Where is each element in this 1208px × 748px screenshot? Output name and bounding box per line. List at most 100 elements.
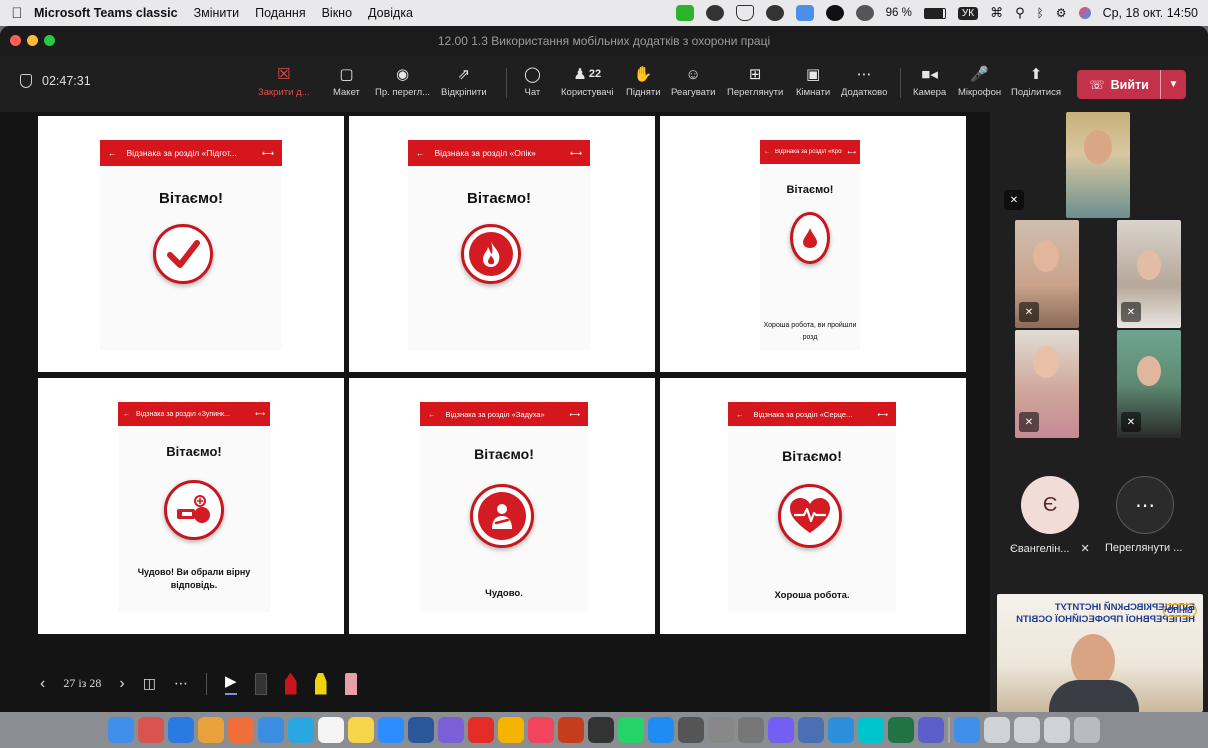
word-icon[interactable] [408,717,434,743]
muted-mic-icon: ✕ [1080,543,1090,555]
more-horizontal-icon: ⋯ [1135,494,1155,517]
ink-eraser-icon[interactable] [344,672,357,695]
tray-app-icon[interactable] [795,5,814,21]
photos-icon[interactable] [228,717,254,743]
tray-app-icon[interactable] [765,5,784,21]
chevron-down-icon[interactable]: ▼ [1161,79,1186,90]
notes-icon[interactable] [348,717,374,743]
mail-icon[interactable] [258,717,284,743]
menu-view[interactable]: Подання [255,6,305,20]
laser-pointer-icon[interactable]: ▶ [224,672,237,695]
launchpad-icon[interactable] [138,717,164,743]
minimized-window-icon[interactable] [1044,717,1070,743]
view-button[interactable]: ⊞ Переглянути [727,66,783,98]
menu-edit[interactable]: Змінити [194,6,240,20]
participant-video[interactable]: ✕ [1015,220,1079,328]
view-more-participants-button[interactable]: ⋯ [1116,476,1174,534]
more-horizontal-icon[interactable]: ⋯ [174,675,188,692]
tray-app-icon[interactable] [825,5,844,21]
excel-icon[interactable] [888,717,914,743]
powerpoint-icon[interactable] [558,717,584,743]
minimized-window-icon[interactable] [984,717,1010,743]
close-window-icon[interactable] [10,35,21,46]
participant-avatar[interactable]: Є [1021,476,1079,534]
zoom-icon[interactable] [378,717,404,743]
leave-main[interactable]: ☏ Вийти [1077,70,1161,99]
canva-icon[interactable] [858,717,884,743]
clock[interactable]: Ср, 18 окт. 14:50 [1103,6,1198,20]
share-icon: ⟷ [261,147,274,158]
apple-icon[interactable]:  [0,5,34,22]
safari-icon[interactable] [168,717,194,743]
keyboard-layout[interactable]: УК [957,6,979,20]
viber-icon[interactable] [768,717,794,743]
previous-slide-icon[interactable]: ‹ [40,675,45,693]
leave-button[interactable]: ☏ Вийти ▼ [1077,70,1186,99]
minimize-window-icon[interactable] [27,35,38,46]
chat-button[interactable]: ◯ Чат [524,66,541,98]
app-store-icon[interactable] [648,717,674,743]
google-drive-icon[interactable] [498,717,524,743]
camera-button[interactable]: ■◂ Камера [913,66,946,98]
red-pen-icon[interactable] [284,672,297,695]
search-icon[interactable]: ⚲ [1015,5,1025,21]
layout-button[interactable]: ▢ Макет [333,66,360,98]
app-icon[interactable] [738,717,764,743]
eraser-icon[interactable] [254,672,267,695]
tray-app-icon[interactable] [705,5,724,21]
calendar-icon[interactable] [318,717,344,743]
finder-icon[interactable] [108,717,134,743]
wifi-icon[interactable]: ⌘ [990,5,1003,21]
next-slide-icon[interactable]: › [119,675,124,693]
more-actions-button[interactable]: ⋯ Додатково [841,66,887,98]
participant-video[interactable] [1066,112,1130,218]
rooms-button[interactable]: ▣ Кімнати [796,66,830,98]
facetime-icon[interactable] [675,5,694,21]
react-button[interactable]: ☺ Реагувати [671,66,715,99]
preview-icon[interactable] [798,717,824,743]
siri-icon[interactable] [1078,7,1091,19]
participant-face [1084,130,1112,164]
people-button[interactable]: ♟ 22 Користувачі [561,66,613,98]
preview-button[interactable]: ◉ Пр. перегл... [375,66,430,98]
presenter-video[interactable]: БІЛОЦЕРКІВСЬКИЙ ІНСТИТУТ НЕПЕРЕРВНОЇ ПРО… [997,594,1203,712]
share-label: Поділитися [1011,87,1061,98]
choking-person-icon [470,484,534,548]
viber-icon[interactable] [438,717,464,743]
stop-sharing-button[interactable]: ☒ Закрити д... [258,66,310,98]
vpn-icon[interactable] [588,717,614,743]
highlighter-icon[interactable] [314,672,327,695]
battery-icon[interactable] [923,7,946,19]
whatsapp-icon[interactable] [618,717,644,743]
vpn-shield-icon[interactable] [735,5,754,21]
share-button[interactable]: ⬆ Поділитися [1011,66,1061,98]
zoom-window-icon[interactable] [44,35,55,46]
downloads-folder-icon[interactable] [954,717,980,743]
teams-icon[interactable] [918,717,944,743]
participant-video[interactable]: ✕ [1117,220,1181,328]
chrome-icon[interactable] [198,717,224,743]
textedit-icon[interactable] [828,717,854,743]
microphone-button[interactable]: 🎤 Мікрофон [958,66,1001,98]
music-icon[interactable] [528,717,554,743]
participant-video[interactable]: ✕ [1117,330,1181,438]
calculator-icon[interactable] [678,717,704,743]
participant-video[interactable]: ✕ [1015,330,1079,438]
minimized-window-icon[interactable] [1014,717,1040,743]
menu-window[interactable]: Вікно [322,6,352,20]
stop-sharing-label: Закрити д... [258,87,310,98]
telegram-icon[interactable] [288,717,314,743]
system-settings-icon[interactable] [708,717,734,743]
app-menu[interactable]: Microsoft Teams classic [34,6,178,20]
raise-hand-button[interactable]: ✋ Підняти [626,66,661,98]
control-center-icon[interactable]: ⚙ [1056,6,1067,20]
header-title: Відзнака за розділ «Крово... [775,149,842,155]
bluetooth-icon[interactable]: ᛒ [1037,6,1044,20]
result-caption: Хороша робота, ви пройшли розд [763,322,857,341]
slides-grid-icon[interactable]: ◫ [143,675,156,692]
menu-help[interactable]: Довідка [368,6,413,20]
tray-app-icon[interactable] [855,5,874,21]
unpin-button[interactable]: ⇗ Відкріпити [441,66,487,98]
trash-icon[interactable] [1074,717,1100,743]
youtube-icon[interactable] [468,717,494,743]
